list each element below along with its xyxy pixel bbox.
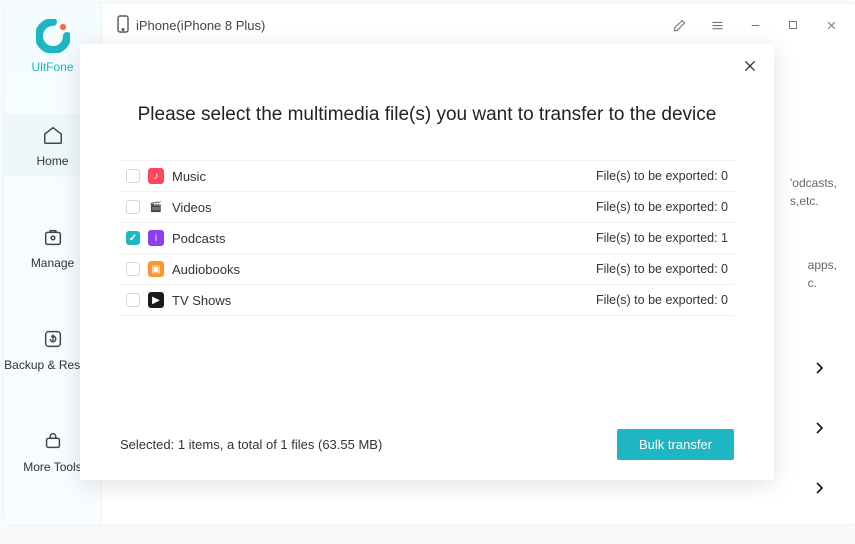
- section-chevron-1[interactable]: [809, 356, 829, 380]
- checkbox-music[interactable]: [126, 169, 140, 183]
- filetype-label: Audiobooks: [172, 262, 588, 277]
- filetype-row-tvshows[interactable]: ▶ TV Shows File(s) to be exported: 0: [120, 285, 734, 316]
- edit-icon[interactable]: [665, 11, 693, 39]
- filetype-row-audiobooks[interactable]: ▣ Audiobooks File(s) to be exported: 0: [120, 254, 734, 285]
- checkbox-tvshows[interactable]: [126, 293, 140, 307]
- audiobooks-icon: ▣: [148, 261, 164, 277]
- device-label: iPhone(iPhone 8 Plus): [136, 18, 265, 33]
- filetype-row-music[interactable]: ♪ Music File(s) to be exported: 0: [120, 161, 734, 192]
- modal-title: Please select the multimedia file(s) you…: [80, 104, 774, 126]
- transfer-modal: Please select the multimedia file(s) you…: [80, 44, 774, 480]
- bg-card-text-1: 'odcasts,s,etc.: [790, 174, 837, 210]
- menu-icon[interactable]: [703, 11, 731, 39]
- app-logo: [33, 16, 73, 56]
- export-count: File(s) to be exported: 0: [596, 200, 728, 214]
- manage-icon: [40, 224, 66, 250]
- music-icon: ♪: [148, 168, 164, 184]
- device-indicator: iPhone(iPhone 8 Plus): [116, 15, 265, 36]
- podcasts-icon: i: [148, 230, 164, 246]
- maximize-button[interactable]: [779, 11, 807, 39]
- filetype-list: ♪ Music File(s) to be exported: 0 🎬 Vide…: [120, 160, 734, 316]
- selection-summary: Selected: 1 items, a total of 1 files (6…: [120, 437, 617, 452]
- export-count: File(s) to be exported: 0: [596, 169, 728, 183]
- videos-icon: 🎬: [148, 199, 164, 215]
- titlebar: iPhone(iPhone 8 Plus): [102, 4, 855, 46]
- close-window-button[interactable]: [817, 11, 845, 39]
- export-count: File(s) to be exported: 1: [596, 231, 728, 245]
- section-chevron-3[interactable]: [809, 476, 829, 500]
- home-icon: [40, 122, 66, 148]
- filetype-label: TV Shows: [172, 293, 588, 308]
- filetype-row-podcasts[interactable]: i Podcasts File(s) to be exported: 1: [120, 223, 734, 254]
- bulk-transfer-button[interactable]: Bulk transfer: [617, 429, 734, 460]
- close-icon[interactable]: [738, 54, 762, 78]
- checkbox-audiobooks[interactable]: [126, 262, 140, 276]
- filetype-label: Music: [172, 169, 588, 184]
- checkbox-podcasts[interactable]: [126, 231, 140, 245]
- tvshows-icon: ▶: [148, 292, 164, 308]
- filetype-label: Podcasts: [172, 231, 588, 246]
- brand-name: UltFone: [31, 60, 73, 74]
- nav-label: Manage: [31, 256, 74, 270]
- export-count: File(s) to be exported: 0: [596, 262, 728, 276]
- export-count: File(s) to be exported: 0: [596, 293, 728, 307]
- filetype-row-videos[interactable]: 🎬 Videos File(s) to be exported: 0: [120, 192, 734, 223]
- phone-icon: [116, 15, 130, 36]
- checkbox-videos[interactable]: [126, 200, 140, 214]
- modal-footer: Selected: 1 items, a total of 1 files (6…: [80, 413, 774, 480]
- nav-label: Home: [36, 154, 68, 168]
- backup-icon: [40, 326, 66, 352]
- nav-label: More Tools: [23, 460, 81, 474]
- tools-icon: [40, 428, 66, 454]
- section-chevron-2[interactable]: [809, 416, 829, 440]
- filetype-label: Videos: [172, 200, 588, 215]
- bg-card-text-2: apps,c.: [808, 256, 837, 292]
- minimize-button[interactable]: [741, 11, 769, 39]
